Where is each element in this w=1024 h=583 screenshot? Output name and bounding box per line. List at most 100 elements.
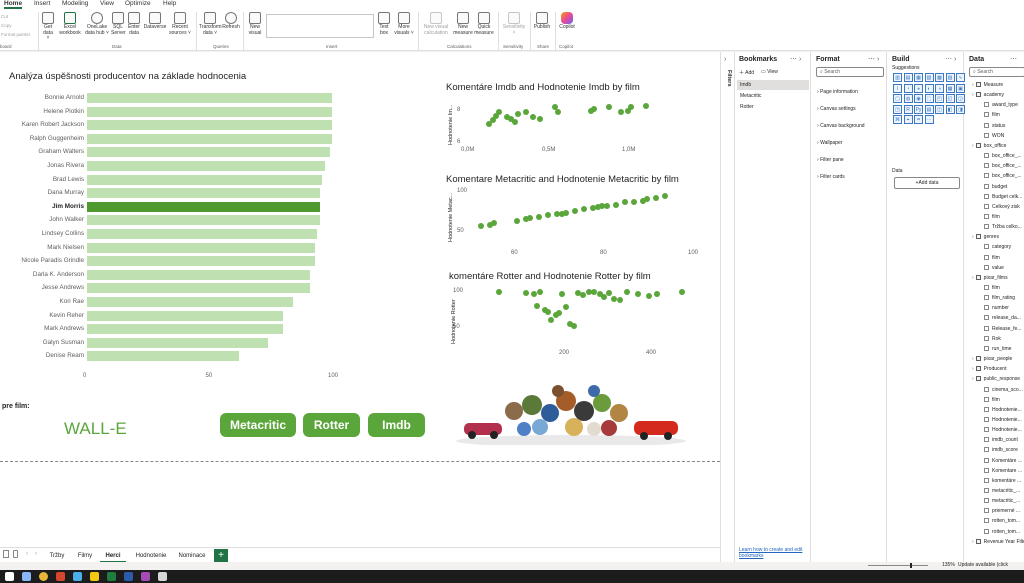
publish-button[interactable]: Publish [532,12,552,31]
scatter-point[interactable] [581,205,587,212]
data-field-item[interactable]: cinema_sco... [984,386,1023,393]
bar[interactable] [87,147,330,158]
text-box-button[interactable]: Text box [377,12,391,36]
visual-type-icon[interactable]: ∿ [956,73,965,82]
more-visuals-button[interactable]: More visuals ˅ [394,12,414,36]
format-section-canvas-settings[interactable]: › Canvas settings [817,106,856,112]
data-field-item[interactable]: Rok [984,335,1001,342]
data-field-item[interactable]: film [984,112,1000,118]
data-field-item[interactable]: metacritic_... [984,498,1020,504]
data-field-item[interactable]: box_office_... [984,163,1022,169]
data-field-item[interactable]: Hodnotenie... [984,406,1022,413]
field-checkbox[interactable] [984,102,989,108]
field-checkbox[interactable] [984,122,989,128]
field-checkbox[interactable] [984,498,989,504]
visual-type-icon[interactable]: ▩ [935,73,944,82]
field-checkbox[interactable] [984,406,989,412]
scatter-point[interactable] [544,308,551,315]
scatter-point[interactable] [529,114,536,121]
field-checkbox[interactable] [984,285,989,290]
data-table-node[interactable]: › genres [972,234,999,240]
scatter-point[interactable] [555,310,562,317]
visual-type-icon[interactable]: ◑ [935,83,944,93]
expand-chevron-icon[interactable]: › [972,376,974,382]
excel-workbook-button[interactable]: Excel workbook [58,12,82,36]
format-section-filter-cards[interactable]: › Filter cards [817,174,845,180]
visual-type-icon[interactable]: ▢ [893,94,902,103]
page-nav-next-icon[interactable]: › [35,551,37,557]
more-options-icon[interactable]: ⋯ › [790,55,801,63]
format-section-wallpaper[interactable]: › Wallpaper [817,140,842,146]
scatter-point[interactable] [537,115,544,122]
field-checkbox[interactable] [984,437,989,443]
bar[interactable] [87,269,310,280]
tab-insert[interactable]: Insert [34,0,50,7]
metacritic-button[interactable]: Metacritic [220,413,296,437]
field-checkbox[interactable] [984,345,989,351]
view-bookmark-button[interactable]: ▭ View [761,69,778,75]
data-field-item[interactable]: komentáre ... [984,477,1021,484]
scatter-point[interactable] [653,194,659,201]
scatter-point[interactable] [635,290,642,297]
bar[interactable] [87,324,283,335]
bar[interactable] [87,215,320,226]
scatter-point[interactable] [570,323,577,330]
data-field-item[interactable]: WON [984,132,1004,139]
zoom-slider[interactable] [868,565,928,566]
data-table-node[interactable]: › academy [972,92,1004,98]
new-measure-button[interactable]: New measure [453,12,473,36]
data-field-item[interactable]: Hodnotenie... [984,416,1022,423]
visual-type-icon[interactable]: ▧ [924,73,934,82]
data-field-item[interactable]: Budget celk... [984,193,1022,200]
copilot-button[interactable]: Copilot [558,12,576,31]
data-field-item[interactable]: Release_fe... [984,325,1021,332]
visual-type-icon[interactable]: ◱ [945,94,955,103]
data-table-node[interactable]: › box_office [972,142,1006,149]
filters-pane-collapsed[interactable]: › Filters [720,52,734,569]
transform-data-button[interactable]: Transform data ˅ [199,12,222,36]
visual-type-icon[interactable]: ◧ [945,104,955,114]
bar[interactable] [87,93,332,103]
enter-data-button[interactable]: Enter data [127,12,141,36]
field-checkbox[interactable] [984,183,989,189]
collapse-arrow-icon[interactable]: › [724,56,726,63]
visual-type-icon[interactable]: ◔ [903,83,913,93]
data-field-item[interactable]: metacritic_... [984,488,1020,494]
data-field-item[interactable]: film [984,213,1000,220]
expand-chevron-icon[interactable]: › [972,366,974,372]
scatter-point[interactable] [605,290,612,297]
data-table-node[interactable]: › pixar_people [972,356,1012,362]
app-icon[interactable] [56,572,65,581]
field-checkbox[interactable] [984,508,989,514]
data-field-item[interactable]: box_office_... [984,153,1022,159]
visual-type-icon[interactable]: ▤ [903,73,913,82]
bar[interactable] [87,161,325,171]
mobile-layout-icon[interactable] [13,550,18,558]
powerbi-icon[interactable] [90,572,99,581]
scatter-point[interactable] [662,193,668,199]
data-table-node[interactable]: › pixar_films [972,274,1008,281]
data-table-node[interactable]: › Measure [972,82,1003,88]
data-field-item[interactable]: Komentare ... [984,467,1022,474]
field-checkbox[interactable] [984,467,989,473]
expand-chevron-icon[interactable]: › [972,92,974,98]
field-checkbox[interactable] [984,112,989,118]
excel-icon[interactable] [107,572,116,581]
data-search-input[interactable]: ⌕ Search [969,67,1024,77]
scatter-point[interactable] [621,199,628,206]
bar[interactable] [87,310,283,321]
zoom-slider-thumb[interactable] [910,563,912,568]
visual-type-icon[interactable]: ◐ [924,83,934,93]
update-available-link[interactable]: Update available (click [958,562,1008,568]
quick-measure-button[interactable]: Quick measure [474,12,494,36]
field-checkbox[interactable] [984,295,989,301]
expand-chevron-icon[interactable]: › [972,234,974,240]
bar[interactable] [87,133,332,144]
app-icon[interactable] [141,572,150,581]
bookmarks-help-link[interactable]: Learn how to create and edit bookmarks [739,547,809,559]
data-field-item[interactable]: Celkový zisk [984,203,1020,210]
data-field-item[interactable]: Hodnotenie... [984,427,1022,433]
visual-type-icon[interactable]: ◳ [893,104,902,114]
page-tab-herci[interactable]: Herci [100,549,126,563]
data-field-item[interactable]: status [984,122,1005,129]
